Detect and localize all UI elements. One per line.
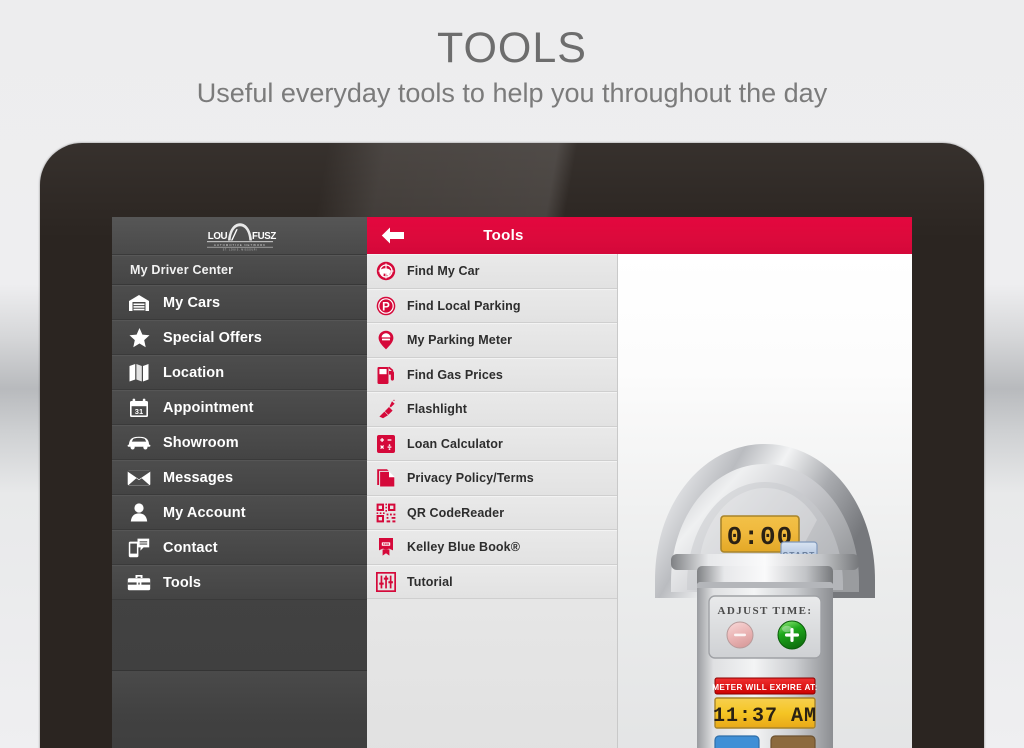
page-subtitle: Useful everyday tools to help you throug…	[196, 78, 828, 108]
tools-list-empty-area	[367, 599, 617, 748]
envelope-icon	[126, 467, 152, 489]
sidebar-item-appointment[interactable]: 31 Appointment	[112, 390, 367, 425]
phone-chat-icon	[126, 537, 152, 559]
svg-text:KBB: KBB	[383, 542, 390, 546]
sidebar-item-label: Contact	[163, 539, 218, 556]
sidebar-item-tools[interactable]: Tools	[112, 565, 367, 600]
sidebar-item-label: My Cars	[163, 294, 221, 311]
app-topbar: Tools	[367, 217, 912, 254]
sidebar: LOU FUSZ AUTOMOTIVE NETWORK ST. LOUIS, M…	[112, 217, 367, 748]
tool-item-label: Privacy Policy/Terms	[407, 471, 534, 486]
car-locator-icon	[375, 260, 397, 282]
parking-p-icon: P	[375, 295, 397, 317]
sidebar-item-messages[interactable]: Messages	[112, 460, 367, 495]
tool-item-find-gas-prices[interactable]: Find Gas Prices	[367, 357, 617, 392]
tool-item-label: Tutorial	[407, 574, 453, 589]
svg-text:31: 31	[135, 407, 144, 416]
qr-code-icon	[375, 502, 397, 524]
sidebar-logo-area[interactable]: LOU FUSZ AUTOMOTIVE NETWORK ST. LOUIS, M…	[112, 217, 367, 255]
sidebar-item-special-offers[interactable]: Special Offers	[112, 320, 367, 355]
sidebar-item-label: Appointment	[163, 399, 254, 416]
tool-item-privacy-policy-terms[interactable]: Privacy Policy/Terms	[367, 461, 617, 496]
sidebar-item-location[interactable]: Location	[112, 355, 367, 390]
kbb-icon: KBB	[375, 536, 397, 558]
svg-text:FUSZ: FUSZ	[252, 231, 276, 242]
sidebar-item-showroom[interactable]: Showroom	[112, 425, 367, 460]
document-icon	[375, 467, 397, 489]
tool-item-label: Kelley Blue Book®	[407, 540, 521, 555]
map-icon	[126, 362, 152, 384]
parking-meter-graphic: 0:00 START ADJUST	[655, 444, 875, 748]
tablet-screen: LOU FUSZ AUTOMOTIVE NETWORK ST. LOUIS, M…	[112, 217, 912, 748]
parking-meter-panel: 0:00 START ADJUST	[618, 254, 912, 748]
sidebar-section-header: My Driver Center	[112, 255, 367, 285]
calculator-icon	[375, 433, 397, 455]
person-icon	[126, 502, 152, 524]
sidebar-item-label: Location	[163, 364, 225, 381]
star-icon	[126, 327, 152, 349]
tool-item-kelley-blue-book[interactable]: KBB Kelley Blue Book®	[367, 530, 617, 565]
tool-item-label: My Parking Meter	[407, 333, 513, 348]
back-arrow-icon[interactable]	[381, 226, 405, 245]
sidebar-item-label: Tools	[163, 574, 202, 591]
gas-pump-icon	[375, 364, 397, 386]
svg-text:AUTOMOTIVE NETWORK: AUTOMOTIVE NETWORK	[213, 242, 265, 246]
tool-item-find-my-car[interactable]: Find My Car	[367, 254, 617, 289]
sidebar-item-label: My Account	[163, 504, 246, 521]
tool-item-my-parking-meter[interactable]: My Parking Meter	[367, 323, 617, 358]
sidebar-item-label: Messages	[163, 469, 234, 486]
tools-list: Find My Car P Find Local Parking My Park…	[367, 254, 618, 748]
sidebar-item-label: Showroom	[163, 434, 239, 451]
meter-expire-banner: METER WILL EXPIRE AT:	[712, 683, 818, 692]
sidebar-section-label: My Driver Center	[130, 263, 234, 277]
sidebar-item-my-account[interactable]: My Account	[112, 495, 367, 530]
tutorial-sliders-icon	[375, 571, 397, 593]
page-root: TOOLS Useful everyday tools to help you …	[0, 0, 1024, 748]
tool-item-label: QR CodeReader	[407, 505, 505, 520]
car-icon	[126, 432, 152, 454]
parking-meter-icon	[375, 329, 397, 351]
toolbox-icon	[126, 572, 152, 594]
page-title: TOOLS	[437, 24, 587, 72]
svg-text:ST. LOUIS, MISSOURI: ST. LOUIS, MISSOURI	[222, 249, 256, 251]
sidebar-item-contact[interactable]: Contact	[112, 530, 367, 565]
tool-item-label: Find Local Parking	[407, 298, 521, 313]
sidebar-item-my-cars[interactable]: My Cars	[112, 285, 367, 320]
tool-item-loan-calculator[interactable]: Loan Calculator	[367, 426, 617, 461]
calendar-icon: 31	[126, 397, 152, 419]
tool-item-tutorial[interactable]: Tutorial	[367, 564, 617, 599]
tool-item-label: Find My Car	[407, 264, 480, 279]
topbar-title: Tools	[483, 227, 524, 244]
garage-icon	[126, 292, 152, 314]
tool-item-label: Loan Calculator	[407, 436, 503, 451]
sidebar-item-label: Special Offers	[163, 329, 262, 346]
lou-fusz-logo: LOU FUSZ AUTOMOTIVE NETWORK ST. LOUIS, M…	[206, 222, 276, 251]
tablet-device: LOU FUSZ AUTOMOTIVE NETWORK ST. LOUIS, M…	[40, 143, 984, 748]
content-area: Tools Find My Car P Find Local Parking M…	[367, 217, 912, 748]
page-header: TOOLS Useful everyday tools to help you …	[0, 22, 1024, 110]
meter-expire-time: 11:37 AM	[713, 705, 817, 728]
svg-text:P: P	[382, 301, 390, 313]
tool-item-qr-code-reader[interactable]: QR CodeReader	[367, 495, 617, 530]
meter-adjust-label: ADJUST TIME:	[718, 605, 813, 617]
panels-row: Find My Car P Find Local Parking My Park…	[367, 254, 912, 748]
sidebar-empty-area	[112, 670, 367, 748]
tool-item-find-local-parking[interactable]: P Find Local Parking	[367, 288, 617, 323]
tool-item-flashlight[interactable]: Flashlight	[367, 392, 617, 427]
tool-item-label: Find Gas Prices	[407, 367, 503, 382]
flashlight-icon	[375, 398, 397, 420]
svg-text:LOU: LOU	[207, 231, 227, 242]
tool-item-label: Flashlight	[407, 402, 468, 417]
